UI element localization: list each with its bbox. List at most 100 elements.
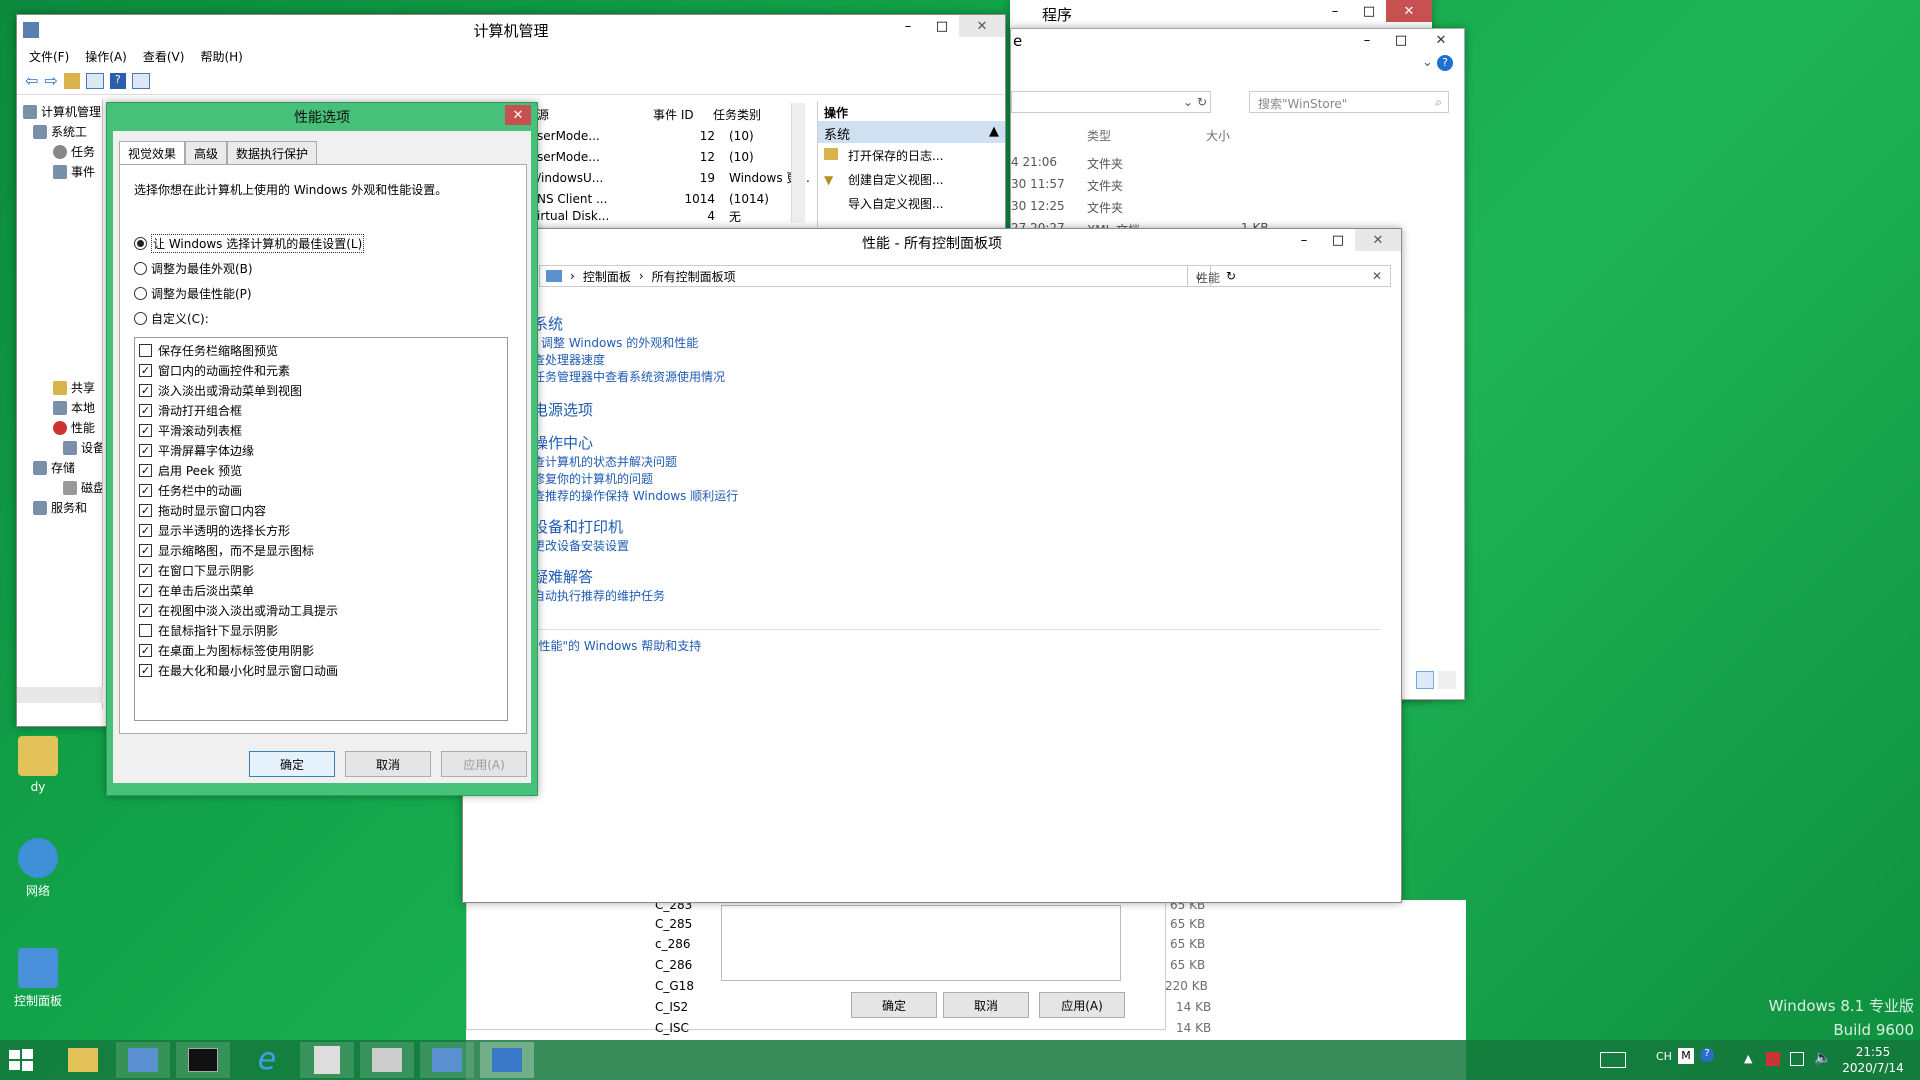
minimize-button[interactable]: –	[891, 15, 925, 37]
desktop-icon-control-panel[interactable]: 控制面板	[8, 948, 68, 1009]
link-task-manager[interactable]: 任务管理器中查看系统资源使用情况	[533, 368, 738, 385]
file-row[interactable]: C_IS2	[655, 1000, 688, 1014]
apply-button[interactable]: 应用(A)	[441, 751, 527, 777]
tab-advanced[interactable]: 高级	[185, 141, 228, 165]
search-icon[interactable]: ⌕	[1435, 95, 1442, 110]
checkbox[interactable]	[139, 623, 152, 637]
effect-checkbox-row[interactable]: ✓ 显示半透明的选择长方形	[139, 520, 507, 540]
checkbox[interactable]: ✓	[139, 443, 152, 457]
details-view-icon[interactable]	[1416, 671, 1434, 689]
radio-custom[interactable]: 自定义(C):	[134, 306, 364, 331]
link-fix-problems[interactable]: 修复你的计算机的问题	[533, 470, 738, 487]
checkbox[interactable]: ✓	[139, 383, 152, 397]
back-icon[interactable]: ⇦	[25, 71, 38, 90]
group-heading-troubleshoot[interactable]: 疑难解答	[533, 566, 738, 587]
minimize-button[interactable]: –	[1287, 229, 1321, 251]
event-row[interactable]: /indowsU... 19 Windows 更...	[537, 167, 827, 188]
radio-button[interactable]	[134, 287, 147, 300]
radio-button[interactable]	[134, 312, 147, 325]
address-bar[interactable]: ⌄ ↻	[1011, 91, 1211, 113]
close-button[interactable]: ✕	[1355, 229, 1401, 251]
minimize-button[interactable]: –	[1350, 29, 1384, 51]
checkbox[interactable]: ✓	[139, 563, 152, 577]
taskbar-computer-management[interactable]	[116, 1042, 170, 1078]
checkbox[interactable]: ✓	[139, 603, 152, 617]
show-hide-tree-icon[interactable]	[85, 72, 104, 89]
effect-checkbox-row[interactable]: 在鼠标指针下显示阴影	[139, 620, 507, 640]
effect-checkbox-row[interactable]: ✓ 平滑屏幕字体边缘	[139, 440, 507, 460]
link-maintenance[interactable]: 自动执行推荐的维护任务	[533, 587, 738, 604]
effect-checkbox-row[interactable]: ✓ 拖动时显示窗口内容	[139, 500, 507, 520]
clock[interactable]: 21:55 2020/7/14	[1838, 1044, 1908, 1076]
maximize-button[interactable]: □	[1321, 229, 1355, 251]
taskbar-calculator[interactable]	[300, 1042, 354, 1078]
file-row[interactable]: C_286	[655, 958, 692, 972]
effect-checkbox-row[interactable]: ✓ 滑动打开组合框	[139, 400, 507, 420]
link-recommended[interactable]: 查推荐的操作保持 Windows 顺利运行	[533, 487, 738, 504]
link-check-status[interactable]: 查计算机的状态并解决问题	[533, 453, 738, 470]
cancel-button[interactable]: 取消	[345, 751, 431, 777]
ribbon-expand[interactable]: ⌄ ?	[1013, 55, 1453, 75]
taskbar-cmd[interactable]	[176, 1042, 230, 1078]
tree-item[interactable]: 系统工	[33, 123, 87, 140]
close-button[interactable]: ✕	[1418, 29, 1464, 51]
menu-view[interactable]: 查看(V)	[143, 48, 185, 65]
effect-checkbox-row[interactable]: 保存任务栏缩略图预览	[139, 340, 507, 360]
checkbox[interactable]: ✓	[139, 543, 152, 557]
clear-icon[interactable]: ✕	[1372, 269, 1382, 283]
collapse-icon[interactable]: ▲	[989, 124, 999, 140]
checkbox[interactable]: ✓	[139, 423, 152, 437]
group-heading-power[interactable]: 电源选项	[533, 399, 738, 420]
tree-item[interactable]: 服务和	[33, 499, 87, 516]
file-row[interactable]: C_ISC	[655, 1021, 689, 1035]
start-button[interactable]	[8, 1048, 34, 1072]
windows-logo-icon[interactable]	[8, 1048, 34, 1072]
properties-icon[interactable]	[131, 72, 150, 89]
file-row[interactable]: c_286	[655, 937, 691, 951]
radio-button[interactable]	[134, 237, 147, 250]
checkbox[interactable]: ✓	[139, 483, 152, 497]
tree-item[interactable]: 设备	[63, 439, 102, 456]
maximize-button[interactable]: □	[925, 15, 959, 37]
tree-scrollbar[interactable]	[17, 687, 103, 703]
tree-item[interactable]: 事件	[53, 163, 95, 180]
checkbox[interactable]: ✓	[139, 503, 152, 517]
help-icon[interactable]: ?	[109, 72, 126, 89]
event-row[interactable]: serMode... 12 (10)	[537, 125, 827, 146]
event-scrollbar[interactable]	[791, 103, 805, 223]
checkbox[interactable]: ✓	[139, 643, 152, 657]
close-button[interactable]: ✕	[1386, 0, 1432, 22]
tree-item[interactable]: 存储	[33, 459, 75, 476]
desktop-icon-dy[interactable]: dy	[8, 736, 68, 794]
column-task-category[interactable]: 任务类别	[713, 106, 761, 123]
apply-button[interactable]: 应用(A)	[1039, 992, 1125, 1018]
action-center-flag-icon[interactable]	[1766, 1052, 1780, 1066]
help-icon[interactable]: ?	[1437, 55, 1453, 71]
taskbar-explorer[interactable]	[56, 1042, 110, 1078]
close-button[interactable]: ✕	[959, 15, 1005, 37]
forward-icon[interactable]: ⇨	[44, 71, 57, 90]
help-link[interactable]: "性能"的 Windows 帮助和支持	[533, 637, 701, 654]
taskbar-app[interactable]	[420, 1042, 474, 1078]
radio-best-performance[interactable]: 调整为最佳性能(P)	[134, 281, 364, 306]
taskbar-performance[interactable]	[480, 1042, 534, 1078]
refresh-icon[interactable]: ↻	[1197, 95, 1207, 109]
close-button[interactable]: ✕	[505, 105, 531, 125]
search-input[interactable]: 搜索"WinStore" ⌕	[1249, 91, 1449, 113]
effect-checkbox-row[interactable]: ✓ 淡入淡出或滑动菜单到视图	[139, 380, 507, 400]
event-row[interactable]: serMode... 12 (10)	[537, 146, 827, 167]
view-toggle[interactable]	[1416, 671, 1456, 689]
tab-dep[interactable]: 数据执行保护	[227, 141, 318, 165]
column-size[interactable]: 大小	[1206, 127, 1230, 144]
taskbar-ie[interactable]: e	[240, 1042, 294, 1078]
file-row[interactable]: C_285	[655, 917, 692, 931]
search-input[interactable]: 性能 ✕	[1187, 265, 1391, 287]
effect-checkbox-row[interactable]: ✓ 启用 Peek 预览	[139, 460, 507, 480]
effect-checkbox-row[interactable]: ✓ 在单击后淡出菜单	[139, 580, 507, 600]
taskbar-app[interactable]	[360, 1042, 414, 1078]
effect-checkbox-row[interactable]: ✓ 任务栏中的动画	[139, 480, 507, 500]
maximize-button[interactable]: □	[1352, 0, 1386, 22]
effect-checkbox-row[interactable]: ✓ 在视图中淡入淡出或滑动工具提示	[139, 600, 507, 620]
checkbox[interactable]: ✓	[139, 583, 152, 597]
volume-icon[interactable]: 🔈	[1814, 1050, 1831, 1066]
